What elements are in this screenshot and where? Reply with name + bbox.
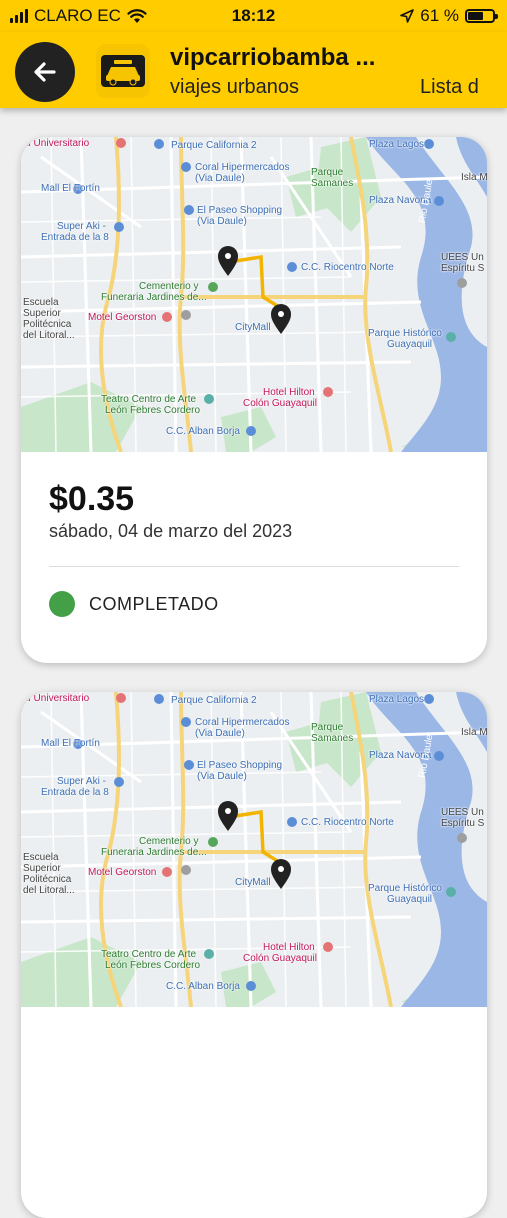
trip-map[interactable]: al Universitario Parque California 2 Pla…	[21, 692, 487, 1007]
trip-card[interactable]: al Universitario Parque California 2 Pla…	[21, 137, 487, 663]
divider	[49, 566, 459, 567]
back-button[interactable]	[15, 42, 75, 102]
app-title: vipcarriobamba ...	[170, 44, 376, 71]
trip-amount: $0.35	[49, 480, 135, 518]
status-bar: CLARO EC 18:12 61 %	[0, 0, 507, 32]
trip-card[interactable]: al Universitario Parque California 2 Pla…	[21, 692, 487, 1218]
trip-map[interactable]: al Universitario Parque California 2 Pla…	[21, 137, 487, 452]
app-subtitle: viajes urbanos	[170, 76, 299, 98]
battery-percent: 61 %	[420, 6, 459, 25]
location-arrow-icon	[400, 9, 415, 23]
app-bar: vipcarriobamba ... viajes urbanos Lista …	[0, 32, 507, 108]
status-dot-icon	[49, 591, 75, 617]
battery-icon	[465, 9, 498, 23]
trip-date: sábado, 04 de marzo del 2023	[49, 521, 293, 541]
arrow-left-icon	[34, 62, 56, 82]
list-tab[interactable]: Lista d	[420, 76, 479, 99]
trip-status: COMPLETADO	[49, 591, 219, 617]
taxi-logo-icon	[96, 44, 150, 98]
status-label: COMPLETADO	[89, 593, 219, 614]
